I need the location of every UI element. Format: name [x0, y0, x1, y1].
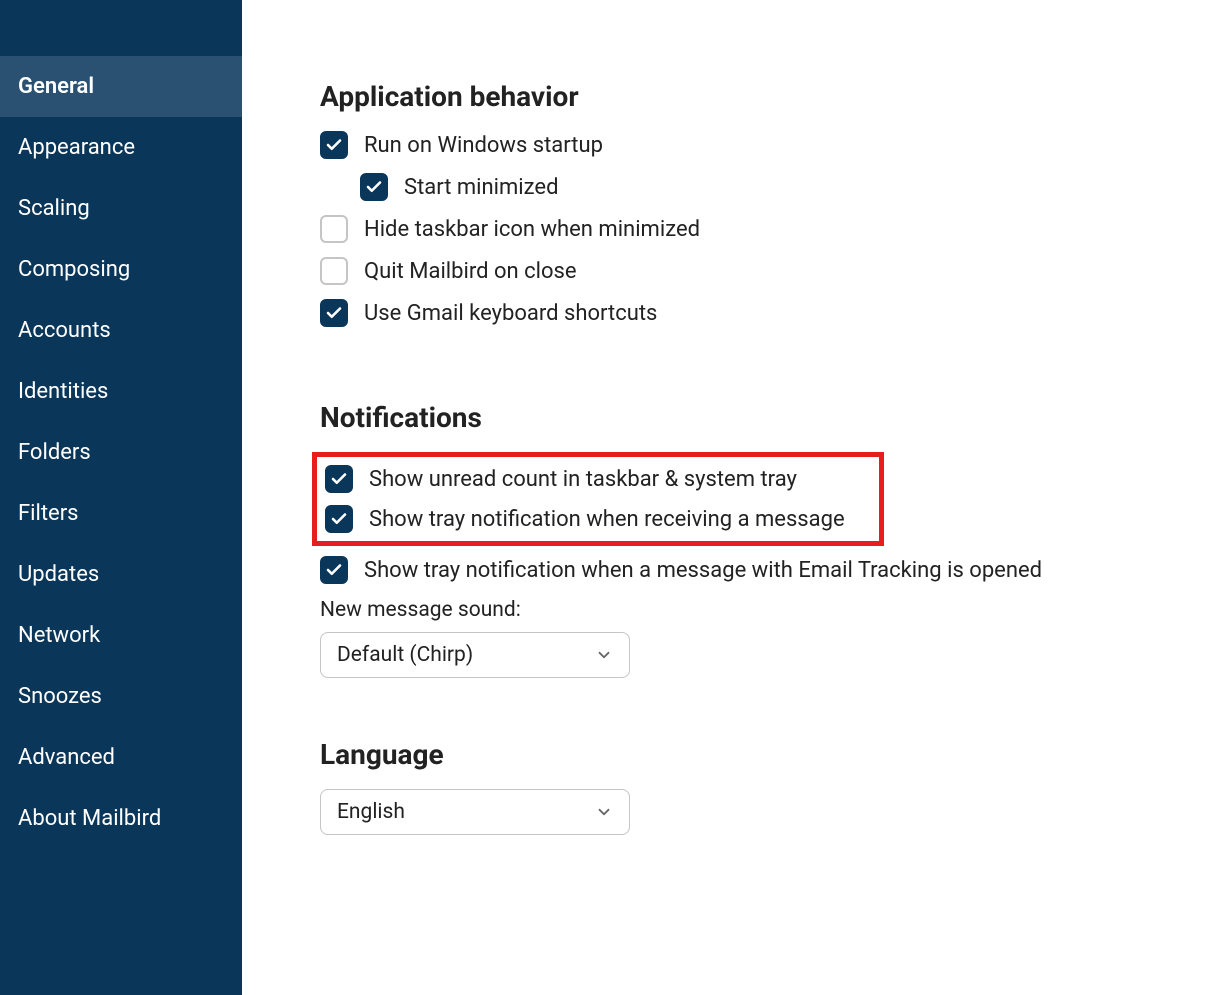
select-language[interactable]: English — [320, 789, 630, 835]
highlight-box: Show unread count in taskbar & system tr… — [312, 452, 884, 546]
sidebar-item-network[interactable]: Network — [0, 605, 242, 666]
checkbox-label: Quit Mailbird on close — [364, 259, 577, 284]
sidebar-item-folders[interactable]: Folders — [0, 422, 242, 483]
check-icon — [330, 510, 348, 528]
sidebar-item-label: Filters — [18, 501, 79, 526]
select-new-message-sound[interactable]: Default (Chirp) — [320, 632, 630, 678]
sidebar-item-updates[interactable]: Updates — [0, 544, 242, 605]
checkbox-quit-on-close[interactable] — [320, 257, 348, 285]
sidebar-item-accounts[interactable]: Accounts — [0, 300, 242, 361]
option-show-tray-tracking: Show tray notification when a message wi… — [320, 556, 1218, 584]
sidebar-item-scaling[interactable]: Scaling — [0, 178, 242, 239]
sidebar-item-about[interactable]: About Mailbird — [0, 788, 242, 849]
section-title-language: Language — [320, 738, 1218, 771]
checkbox-label: Show tray notification when receiving a … — [369, 507, 845, 532]
select-value: Default (Chirp) — [337, 643, 473, 667]
sidebar-item-label: Scaling — [18, 196, 90, 221]
check-icon — [325, 304, 343, 322]
option-gmail-shortcuts: Use Gmail keyboard shortcuts — [320, 299, 1218, 327]
sidebar-item-advanced[interactable]: Advanced — [0, 727, 242, 788]
chevron-down-icon — [595, 646, 613, 664]
sidebar-item-snoozes[interactable]: Snoozes — [0, 666, 242, 727]
checkbox-show-tray-tracking[interactable] — [320, 556, 348, 584]
chevron-down-icon — [595, 803, 613, 821]
option-show-tray-message: Show tray notification when receiving a … — [325, 505, 873, 533]
sidebar-item-label: Identities — [18, 379, 108, 404]
sidebar-item-label: Folders — [18, 440, 91, 465]
checkbox-hide-taskbar[interactable] — [320, 215, 348, 243]
sidebar-item-composing[interactable]: Composing — [0, 239, 242, 300]
checkbox-show-unread-count[interactable] — [325, 465, 353, 493]
sidebar-item-label: Snoozes — [18, 684, 102, 709]
option-hide-taskbar: Hide taskbar icon when minimized — [320, 215, 1218, 243]
sidebar-item-label: Composing — [18, 257, 130, 282]
sidebar-item-label: General — [18, 74, 94, 99]
checkbox-label: Run on Windows startup — [364, 133, 603, 158]
check-icon — [365, 178, 383, 196]
option-show-unread-count: Show unread count in taskbar & system tr… — [325, 465, 873, 493]
section-title-notifications: Notifications — [320, 401, 1218, 434]
sidebar-item-filters[interactable]: Filters — [0, 483, 242, 544]
sidebar-item-label: Network — [18, 623, 100, 648]
checkbox-label: Hide taskbar icon when minimized — [364, 217, 700, 242]
checkbox-gmail-shortcuts[interactable] — [320, 299, 348, 327]
sidebar-item-label: Accounts — [18, 318, 111, 343]
option-run-on-startup: Run on Windows startup — [320, 131, 1218, 159]
option-start-minimized: Start minimized — [360, 173, 1218, 201]
select-value: English — [337, 800, 405, 824]
main-content: Application behavior Run on Windows star… — [242, 0, 1218, 995]
sidebar-item-appearance[interactable]: Appearance — [0, 117, 242, 178]
checkbox-start-minimized[interactable] — [360, 173, 388, 201]
sidebar-item-label: Advanced — [18, 745, 115, 770]
check-icon — [325, 136, 343, 154]
checkbox-label: Show unread count in taskbar & system tr… — [369, 467, 797, 492]
sidebar-item-label: Appearance — [18, 135, 135, 160]
checkbox-label: Start minimized — [404, 175, 558, 200]
sidebar: General Appearance Scaling Composing Acc… — [0, 0, 242, 995]
check-icon — [330, 470, 348, 488]
sound-label: New message sound: — [320, 598, 1218, 622]
checkbox-run-on-startup[interactable] — [320, 131, 348, 159]
sidebar-item-general[interactable]: General — [0, 56, 242, 117]
sidebar-item-label: About Mailbird — [18, 806, 161, 831]
checkbox-show-tray-message[interactable] — [325, 505, 353, 533]
section-title-application-behavior: Application behavior — [320, 80, 1218, 113]
option-quit-on-close: Quit Mailbird on close — [320, 257, 1218, 285]
checkbox-label: Use Gmail keyboard shortcuts — [364, 301, 657, 326]
sidebar-item-label: Updates — [18, 562, 99, 587]
checkbox-label: Show tray notification when a message wi… — [364, 558, 1042, 583]
check-icon — [325, 561, 343, 579]
sidebar-item-identities[interactable]: Identities — [0, 361, 242, 422]
